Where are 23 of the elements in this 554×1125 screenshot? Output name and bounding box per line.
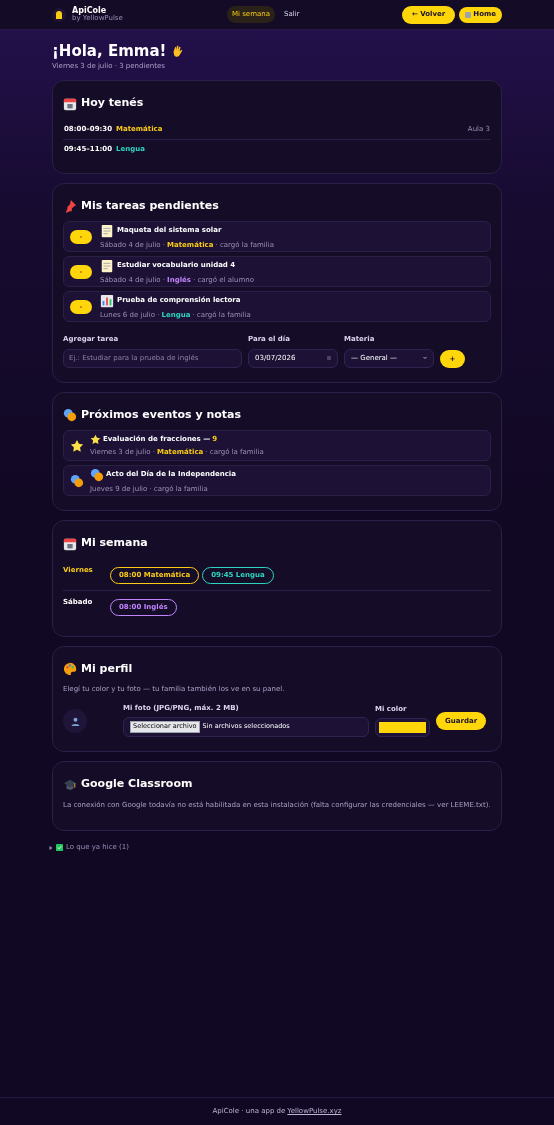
section-title: Próximos eventos y notas <box>81 406 242 423</box>
greeting-title: ¡Hola, Emma! <box>52 42 167 61</box>
person-icon <box>70 716 80 726</box>
disclosure-triangle-icon <box>49 845 53 850</box>
brand-name: ApiCole <box>72 7 107 15</box>
check-mark-icon <box>56 844 63 851</box>
memo-icon <box>100 223 114 238</box>
section-title: Mi perfil <box>81 660 133 677</box>
bar-chart-icon <box>100 293 114 308</box>
palette-icon <box>63 662 77 676</box>
pushpin-icon <box>63 199 77 213</box>
section-title: Google Classroom <box>81 776 193 793</box>
section-title: Mis tareas pendientes <box>81 197 219 214</box>
star-icon <box>90 434 101 445</box>
logo-icon <box>52 7 66 22</box>
section-title: Hoy tenés <box>81 95 144 112</box>
complete-task-button[interactable] <box>70 264 92 279</box>
complete-task-button[interactable] <box>70 299 92 314</box>
memo-icon <box>100 258 114 273</box>
complete-task-button[interactable] <box>70 229 92 244</box>
graduation-cap-icon <box>63 777 77 792</box>
section-title: Mi semana <box>81 535 148 552</box>
star-icon <box>70 438 84 453</box>
